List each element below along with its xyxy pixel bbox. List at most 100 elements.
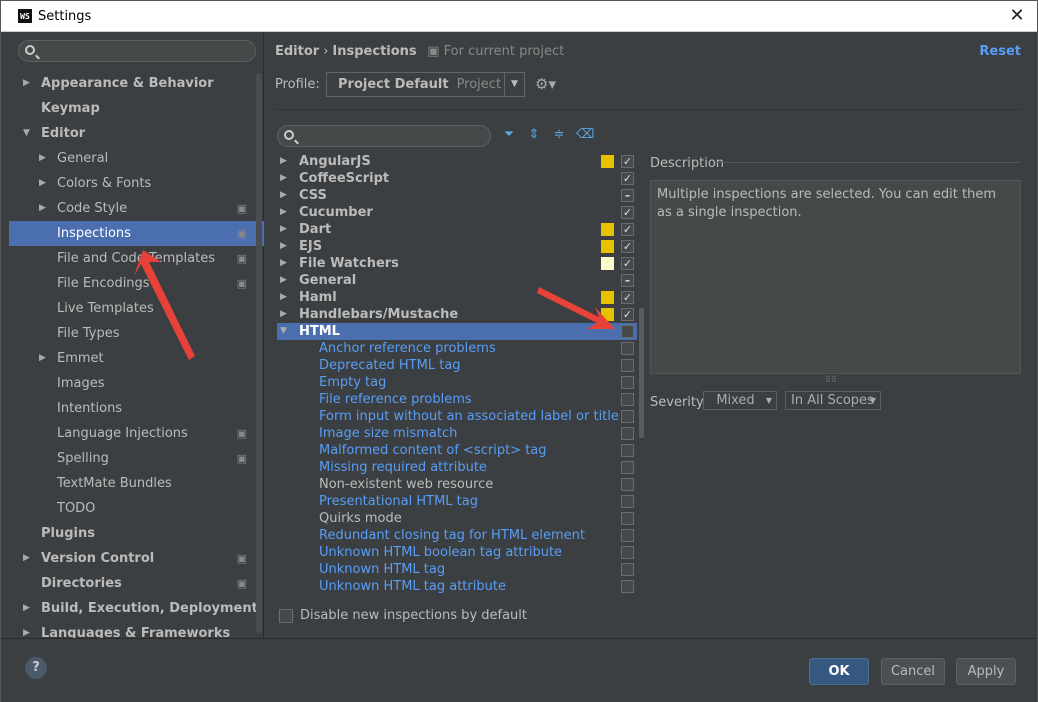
inspection-checkbox[interactable] <box>621 512 634 525</box>
sidebar-item-version-control[interactable]: ▶ Version Control ▣ <box>9 546 264 571</box>
inspection-checkbox[interactable]: ✓ <box>621 308 634 321</box>
inspection-checkbox[interactable] <box>621 410 634 423</box>
inspection-item[interactable]: Unknown HTML tag <box>277 561 637 578</box>
collapse-all-icon[interactable]: ≑ <box>551 127 567 143</box>
ok-button[interactable]: OK <box>809 658 869 685</box>
inspection-group-css[interactable]: ▶ CSS – <box>277 187 637 204</box>
sidebar-item-editor[interactable]: ▼ Editor <box>9 121 264 146</box>
sidebar-item-inspections[interactable]: Inspections ▣ <box>9 221 264 246</box>
chevron-right-icon[interactable]: ▶ <box>39 171 46 196</box>
inspection-item[interactable]: Missing required attribute <box>277 459 637 476</box>
sidebar-item-emmet[interactable]: ▶ Emmet <box>9 346 264 371</box>
chevron-right-icon[interactable]: ▶ <box>280 289 287 306</box>
inspection-checkbox[interactable]: ✓ <box>621 257 634 270</box>
sidebar-item-code-style[interactable]: ▶ Code Style ▣ <box>9 196 264 221</box>
sidebar-scrollbar[interactable] <box>256 73 262 633</box>
sidebar-item-plugins[interactable]: Plugins <box>9 521 264 546</box>
sidebar-item-file-encodings[interactable]: File Encodings ▣ <box>9 271 264 296</box>
inspection-item[interactable]: Quirks mode <box>277 510 637 527</box>
inspection-item[interactable]: Unknown HTML tag attribute <box>277 578 637 595</box>
inspection-checkbox[interactable]: – <box>621 274 634 287</box>
inspection-checkbox[interactable]: ✓ <box>621 206 634 219</box>
inspection-group-handlebars-mustache[interactable]: ▶ Handlebars/Mustache ✓ <box>277 306 637 323</box>
inspection-group-coffeescript[interactable]: ▶ CoffeeScript ✓ <box>277 170 637 187</box>
inspection-checkbox[interactable] <box>621 563 634 576</box>
inspection-item[interactable]: Unknown HTML boolean tag attribute <box>277 544 637 561</box>
inspection-item[interactable]: Image size mismatch <box>277 425 637 442</box>
inspection-checkbox[interactable] <box>621 580 634 593</box>
help-button[interactable]: ? <box>25 657 47 679</box>
chevron-right-icon[interactable]: ▶ <box>280 272 287 289</box>
inspection-item[interactable]: File reference problems <box>277 391 637 408</box>
inspection-item[interactable]: Form input without an associated label o… <box>277 408 637 425</box>
chevron-right-icon[interactable]: ▶ <box>280 153 287 170</box>
inspection-checkbox[interactable] <box>621 325 634 338</box>
chevron-right-icon[interactable]: ▶ <box>280 221 287 238</box>
eraser-icon[interactable]: ⌫ <box>576 127 594 143</box>
resize-grip-icon[interactable]: ⠿⠿ <box>825 375 839 384</box>
sidebar-item-keymap[interactable]: Keymap <box>9 96 264 121</box>
chevron-right-icon[interactable]: ▶ <box>280 238 287 255</box>
inspection-checkbox[interactable] <box>621 529 634 542</box>
inspection-group-cucumber[interactable]: ▶ Cucumber ✓ <box>277 204 637 221</box>
inspection-checkbox[interactable]: ✓ <box>621 240 634 253</box>
cancel-button[interactable]: Cancel <box>881 658 945 685</box>
severity-dropdown[interactable]: Mixed ▼ <box>703 391 777 410</box>
inspection-item[interactable]: Non-existent web resource <box>277 476 637 493</box>
inspection-checkbox[interactable] <box>621 376 634 389</box>
expand-all-icon[interactable]: ⇕ <box>526 127 542 143</box>
scope-dropdown[interactable]: In All Scopes ▼ <box>785 391 881 410</box>
inspection-group-dart[interactable]: ▶ Dart ✓ <box>277 221 637 238</box>
inspection-checkbox[interactable] <box>621 444 634 457</box>
apply-button[interactable]: Apply <box>956 658 1016 685</box>
inspection-group-haml[interactable]: ▶ Haml ✓ <box>277 289 637 306</box>
inspection-item[interactable]: Empty tag <box>277 374 637 391</box>
inspection-item[interactable]: Malformed content of <script> tag <box>277 442 637 459</box>
chevron-right-icon[interactable]: ▶ <box>23 546 30 571</box>
sidebar-item-directories[interactable]: Directories ▣ <box>9 571 264 596</box>
sidebar-item-file-and-code-templates[interactable]: File and Code Templates ▣ <box>9 246 264 271</box>
inspection-checkbox[interactable] <box>621 546 634 559</box>
sidebar-item-colors-fonts[interactable]: ▶ Colors & Fonts <box>9 171 264 196</box>
inspection-item[interactable]: Presentational HTML tag <box>277 493 637 510</box>
inspection-checkbox[interactable] <box>621 393 634 406</box>
sidebar-item-spelling[interactable]: Spelling ▣ <box>9 446 264 471</box>
inspection-checkbox[interactable] <box>621 461 634 474</box>
inspection-item[interactable]: Redundant closing tag for HTML element <box>277 527 637 544</box>
inspection-group-html[interactable]: ▼ HTML <box>277 323 637 340</box>
inspection-checkbox[interactable]: ✓ <box>621 155 634 168</box>
profile-dropdown[interactable]: Project Default Project ▼ <box>326 72 525 97</box>
inspection-group-angularjs[interactable]: ▶ AngularJS ✓ <box>277 153 637 170</box>
chevron-right-icon[interactable]: ▶ <box>280 204 287 221</box>
reset-link[interactable]: Reset <box>979 44 1021 59</box>
inspection-checkbox[interactable] <box>621 359 634 372</box>
chevron-right-icon[interactable]: ▶ <box>23 71 30 96</box>
sidebar-item-build-execution-deployment[interactable]: ▶ Build, Execution, Deployment <box>9 596 264 621</box>
inspection-checkbox[interactable] <box>621 495 634 508</box>
gear-icon[interactable]: ⚙▾ <box>535 75 556 93</box>
chevron-right-icon[interactable]: ▶ <box>280 187 287 204</box>
inspection-group-general[interactable]: ▶ General – <box>277 272 637 289</box>
chevron-right-icon[interactable]: ▶ <box>280 255 287 272</box>
inspection-scroll-thumb[interactable] <box>639 308 644 438</box>
sidebar-item-language-injections[interactable]: Language Injections ▣ <box>9 421 264 446</box>
sidebar-item-intentions[interactable]: Intentions <box>9 396 264 421</box>
chevron-right-icon[interactable]: ▶ <box>39 196 46 221</box>
inspection-filter-input[interactable] <box>277 125 491 147</box>
sidebar-item-images[interactable]: Images <box>9 371 264 396</box>
inspection-group-ejs[interactable]: ▶ EJS ✓ <box>277 238 637 255</box>
chevron-right-icon[interactable]: ▶ <box>39 346 46 371</box>
settings-search-input[interactable] <box>18 40 256 62</box>
sidebar-item-live-templates[interactable]: Live Templates <box>9 296 264 321</box>
sidebar-item-appearance-behavior[interactable]: ▶ Appearance & Behavior <box>9 71 264 96</box>
inspection-checkbox[interactable]: ✓ <box>621 291 634 304</box>
inspection-item[interactable]: Deprecated HTML tag <box>277 357 637 374</box>
chevron-right-icon[interactable]: ▶ <box>39 146 46 171</box>
inspection-checkbox[interactable]: ✓ <box>621 172 634 185</box>
inspection-checkbox[interactable] <box>621 427 634 440</box>
filter-icon[interactable]: ⏷ <box>501 127 517 143</box>
sidebar-item-file-types[interactable]: File Types <box>9 321 264 346</box>
sidebar-item-todo[interactable]: TODO <box>9 496 264 521</box>
disable-new-checkbox[interactable] <box>279 608 293 623</box>
sidebar-item-textmate-bundles[interactable]: TextMate Bundles <box>9 471 264 496</box>
